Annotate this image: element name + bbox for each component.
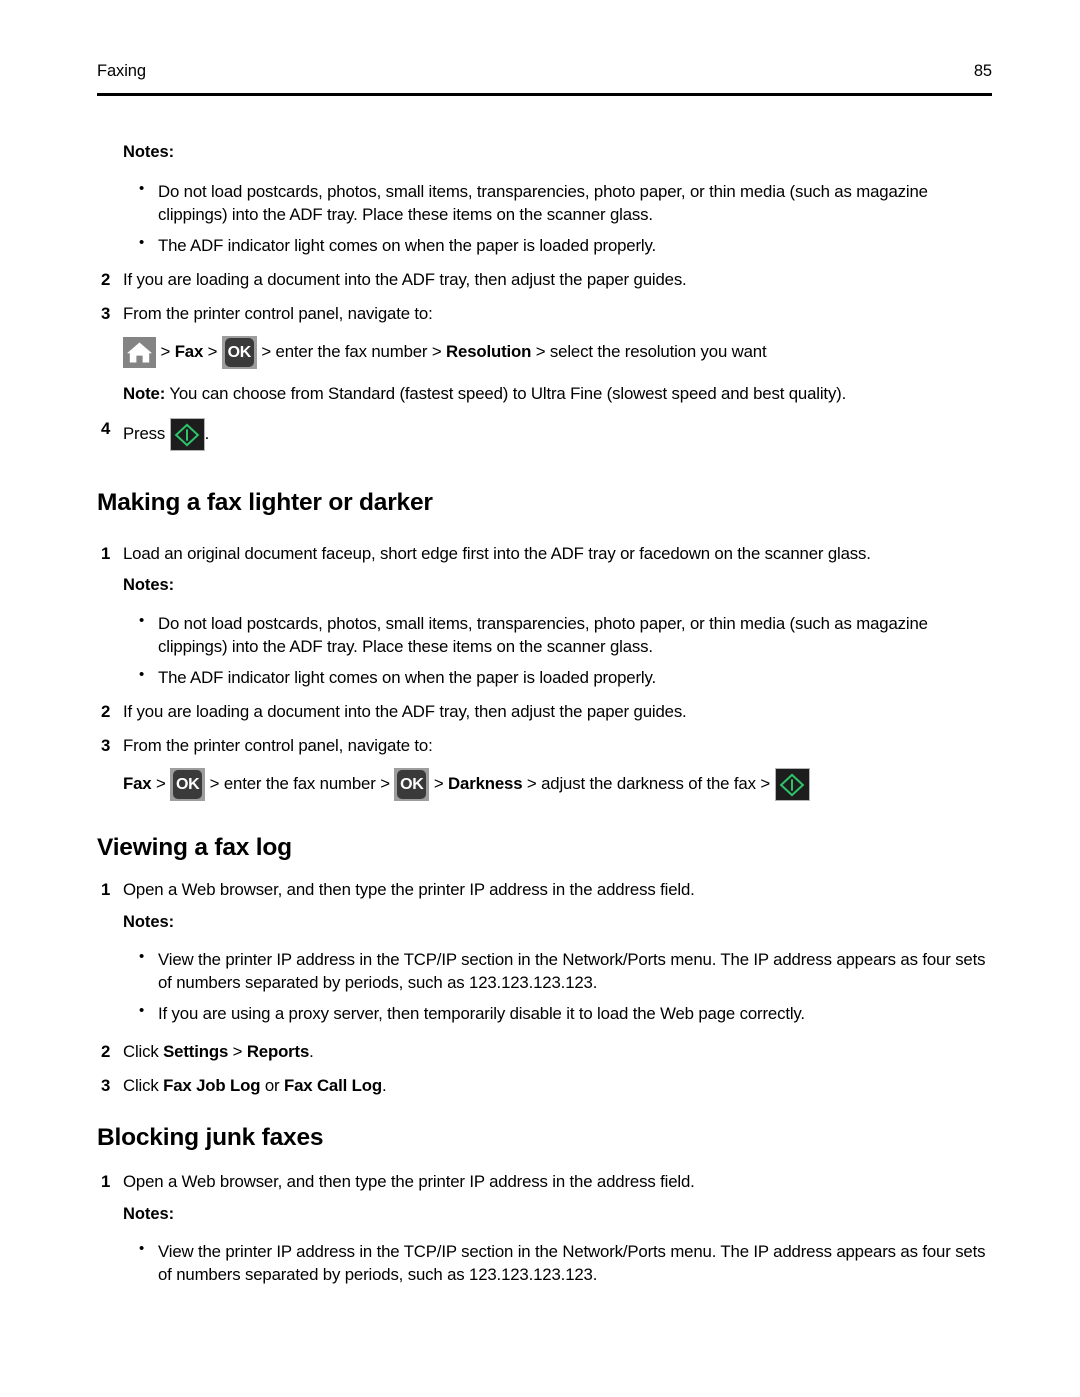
- step-number: 2: [101, 1042, 111, 1061]
- step-text: Open a Web browser, and then type the pr…: [123, 880, 695, 899]
- nav-label-fax: Fax: [123, 774, 152, 794]
- header-chapter-title: Faxing: [97, 62, 146, 80]
- nav-tail-text: > adjust the darkness of the fax >: [522, 774, 775, 794]
- notes-list: Do not load postcards, photos, small ite…: [137, 179, 992, 258]
- note-text: You can choose from Standard (fastest sp…: [165, 384, 847, 403]
- ok-button-icon[interactable]: OK: [170, 768, 206, 801]
- step-number: 3: [101, 736, 111, 755]
- step-number: 1: [101, 544, 111, 563]
- nav-label-resolution: Resolution: [446, 342, 532, 362]
- nav-label-darkness: Darkness: [448, 774, 523, 794]
- nav-sep-1: >: [151, 774, 171, 794]
- nav-label-fax: Fax: [174, 342, 204, 362]
- step-1: 1 Load an original document faceup, shor…: [101, 543, 983, 565]
- step-text-suffix: .: [309, 1042, 314, 1061]
- step-text: If you are loading a document into the A…: [123, 270, 687, 289]
- step-text: Load an original document faceup, short …: [123, 544, 871, 563]
- step-text-prefix: Click: [123, 1042, 164, 1061]
- notes-label: Notes:: [123, 913, 175, 931]
- list-item: The ADF indicator light comes on when th…: [137, 233, 992, 257]
- list-item: Do not load postcards, photos, small ite…: [137, 179, 992, 226]
- menu-path-fax-job-log: Fax Job Log: [163, 1076, 261, 1095]
- step-2: 2 If you are loading a document into the…: [101, 269, 983, 291]
- step-number: 1: [101, 1172, 111, 1191]
- step-number: 2: [101, 270, 111, 289]
- ok-button-label: OK: [224, 338, 254, 367]
- list-item: View the printer IP address in the TCP/I…: [137, 947, 992, 994]
- note-paragraph: Note: You can choose from Standard (fast…: [123, 383, 983, 405]
- step-text: From the printer control panel, navigate…: [123, 736, 433, 755]
- list-item: View the printer IP address in the TCP/I…: [137, 1239, 992, 1286]
- note-label: Note:: [123, 384, 166, 403]
- step-text-suffix: .: [204, 424, 210, 444]
- ok-button-icon[interactable]: OK: [394, 768, 430, 801]
- navigation-path-darkness: Fax > OK > enter the fax number > OK > D…: [123, 768, 810, 801]
- notes-list: View the printer IP address in the TCP/I…: [137, 1239, 992, 1286]
- nav-sep-2: >: [429, 774, 449, 794]
- nav-sep-2: >: [203, 342, 222, 362]
- step-text: Open a Web browser, and then type the pr…: [123, 1172, 695, 1191]
- start-button-icon[interactable]: [774, 768, 810, 801]
- step-number: 1: [101, 880, 111, 899]
- step-text: From the printer control panel, navigate…: [123, 304, 433, 323]
- step-number: 2: [101, 702, 111, 721]
- menu-path-separator: >: [228, 1042, 247, 1061]
- notes-label: Notes:: [123, 576, 175, 594]
- step-text: If you are loading a document into the A…: [123, 702, 687, 721]
- ok-button-label: OK: [173, 770, 203, 799]
- nav-middle-text: > enter the fax number >: [256, 342, 447, 362]
- nav-middle-text: > enter the fax number >: [205, 774, 395, 794]
- notes-list: Do not load postcards, photos, small ite…: [137, 611, 992, 690]
- ok-button-label: OK: [397, 770, 427, 799]
- page-heading-making-a-fax-lighter-or-darker: Making a fax lighter or darker: [97, 489, 433, 516]
- step-2: 2 Click Settings > Reports.: [101, 1041, 314, 1063]
- step-number: 4: [101, 419, 111, 438]
- step-3: 3 Click Fax Job Log or Fax Call Log.: [101, 1075, 387, 1097]
- nav-sep-1: >: [156, 342, 175, 362]
- header-divider: [97, 93, 992, 96]
- step-2: 2 If you are loading a document into the…: [101, 701, 983, 723]
- step-number: 3: [101, 304, 111, 323]
- step-1: 1 Open a Web browser, and then type the …: [101, 879, 983, 901]
- home-icon[interactable]: [123, 337, 156, 368]
- page-heading-blocking-junk-faxes: Blocking junk faxes: [97, 1124, 324, 1151]
- step-3: 3 From the printer control panel, naviga…: [101, 735, 983, 757]
- menu-path-reports: Reports: [246, 1042, 310, 1061]
- notes-label: Notes:: [123, 143, 175, 161]
- step-text-prefix: Press: [123, 424, 170, 444]
- step-text-prefix: Click: [123, 1076, 164, 1095]
- notes-label: Notes:: [123, 1205, 175, 1223]
- menu-path-fax-call-log: Fax Call Log: [283, 1076, 382, 1095]
- page-heading-viewing-a-fax-log: Viewing a fax log: [97, 834, 292, 861]
- step-3: 3 From the printer control panel, naviga…: [101, 303, 983, 325]
- list-item: The ADF indicator light comes on when th…: [137, 665, 992, 689]
- list-item: Do not load postcards, photos, small ite…: [137, 611, 992, 658]
- menu-path-or: or: [260, 1076, 284, 1095]
- ok-button-icon[interactable]: OK: [221, 336, 257, 369]
- start-button-icon[interactable]: [169, 418, 205, 451]
- step-1: 1 Open a Web browser, and then type the …: [101, 1171, 983, 1193]
- header-page-number: 85: [973, 62, 992, 80]
- list-item: If you are using a proxy server, then te…: [137, 1001, 992, 1025]
- menu-path-settings: Settings: [163, 1042, 229, 1061]
- step-text-suffix: .: [381, 1076, 387, 1095]
- nav-tail-text: > select the resolution you want: [531, 342, 767, 362]
- step-number: 3: [101, 1076, 111, 1095]
- document-page: Faxing 85 Notes: Do not load postcards, …: [0, 0, 1080, 1397]
- notes-list: View the printer IP address in the TCP/I…: [137, 947, 992, 1026]
- navigation-path-resolution: > Fax > OK > enter the fax number > Reso…: [123, 336, 767, 369]
- step-4: 4 Press .: [101, 418, 210, 451]
- page-header: Faxing 85: [97, 62, 992, 81]
